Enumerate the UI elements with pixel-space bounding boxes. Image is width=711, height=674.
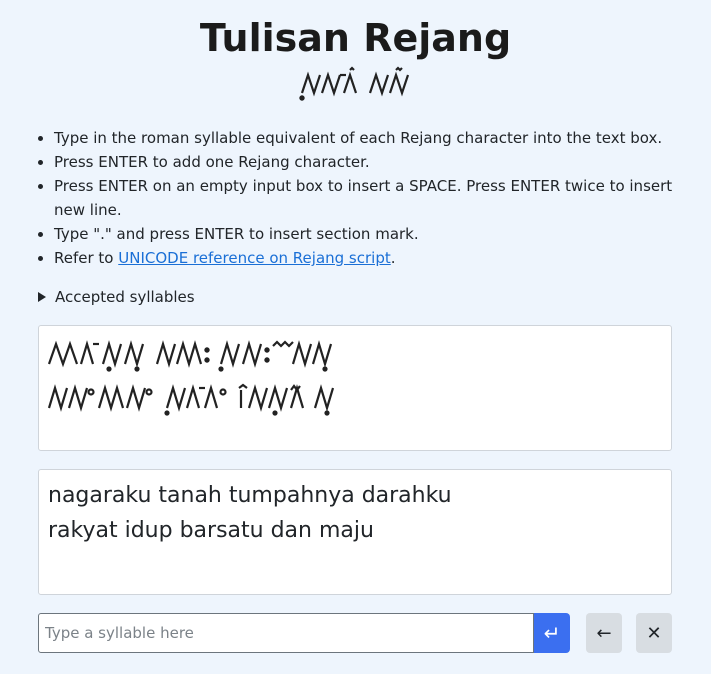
unicode-reference-link[interactable]: UNICODE reference on Rejang script	[118, 249, 390, 267]
instruction-suffix: .	[390, 249, 396, 267]
arrow-left-icon: ←	[596, 622, 612, 644]
clear-button[interactable]: ✕	[636, 613, 672, 653]
instruction-item: Press ENTER on an empty input box to ins…	[54, 174, 694, 222]
rejang-output-line-1	[47, 340, 333, 372]
syllable-input[interactable]	[38, 613, 534, 653]
rejang-output-line-2	[47, 383, 335, 416]
roman-output-box[interactable]: nagaraku tanah tumpahnya darahku rakyat …	[38, 469, 672, 595]
instruction-item: Type in the roman syllable equivalent of…	[54, 126, 694, 150]
close-icon: ✕	[646, 622, 662, 644]
instruction-item: Press ENTER to add one Rejang character.	[54, 150, 694, 174]
return-arrow-icon: ↵	[543, 621, 561, 645]
disclosure-triangle-icon	[38, 292, 46, 302]
page: Tulisan Rejang Type in the roman syllabl…	[0, 0, 711, 674]
rejang-output-box[interactable]	[38, 325, 672, 451]
roman-output-line-2: rakyat idup barsatu dan maju	[48, 518, 374, 543]
page-title: Tulisan Rejang	[199, 16, 512, 60]
backspace-button[interactable]: ←	[586, 613, 622, 653]
instructions-list: Type in the roman syllable equivalent of…	[36, 126, 694, 270]
instruction-item: Refer to UNICODE reference on Rejang scr…	[54, 246, 694, 270]
accepted-syllables-label: Accepted syllables	[55, 288, 195, 306]
accepted-syllables-toggle[interactable]: Accepted syllables	[38, 288, 195, 306]
roman-output-line-1: nagaraku tanah tumpahnya darahku	[48, 483, 452, 508]
instruction-item: Type "." and press ENTER to insert secti…	[54, 222, 694, 246]
enter-button[interactable]: ↵	[534, 613, 570, 653]
instruction-prefix: Refer to	[54, 249, 119, 267]
page-subtitle-rejang	[0, 66, 711, 106]
rejang-script-title	[298, 66, 409, 101]
